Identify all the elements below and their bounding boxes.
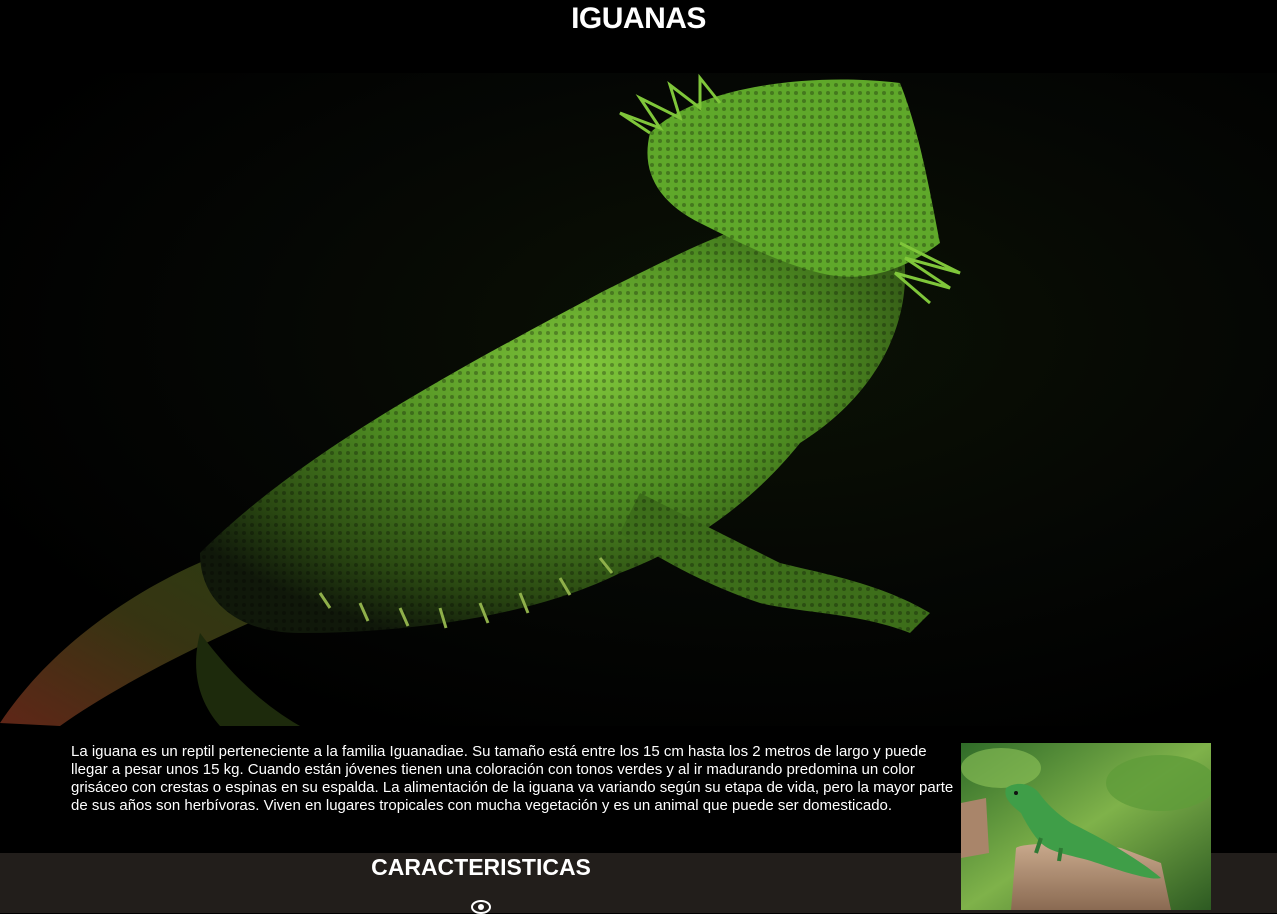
features-title: CARACTERISTICAS [371,854,591,880]
intro-paragraph: La iguana es un reptil perteneciente a l… [71,743,954,814]
hero-image [0,73,1277,726]
iguana-hero-illustration [0,73,961,726]
iguana-on-stump-illustration [961,743,1211,910]
header: IGUANAS [0,0,1277,73]
eye-icon [471,900,491,914]
iguana-photo [961,743,1211,910]
page-title: IGUANAS [571,2,706,35]
